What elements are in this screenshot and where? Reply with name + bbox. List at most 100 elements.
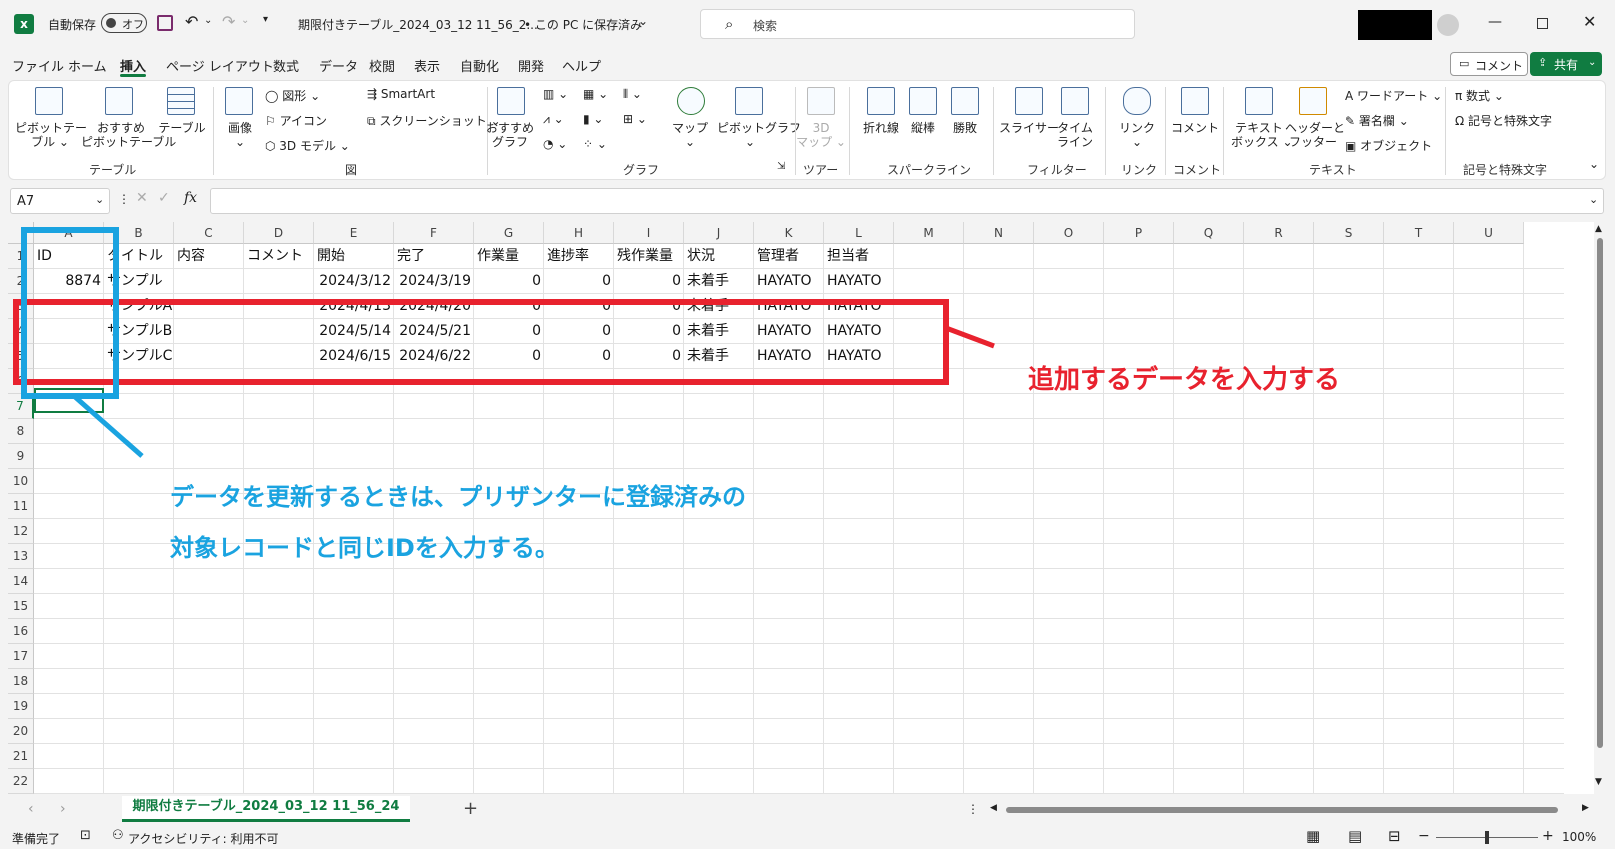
- row-header-7[interactable]: 7: [8, 394, 34, 419]
- table-cell[interactable]: 0: [614, 294, 684, 319]
- add-sheet-icon[interactable]: +: [463, 798, 478, 819]
- column-header-t[interactable]: T: [1384, 222, 1454, 244]
- table-header-cell[interactable]: 進捗率: [544, 244, 614, 269]
- table-cell[interactable]: [174, 269, 244, 294]
- table-cell[interactable]: 0: [544, 319, 614, 344]
- macro-record-icon[interactable]: ⊡: [80, 828, 91, 843]
- zoom-slider-thumb[interactable]: [1485, 831, 1489, 844]
- table-header-cell[interactable]: 担当者: [824, 244, 894, 269]
- table-header-cell[interactable]: 管理者: [754, 244, 824, 269]
- menu-formulas[interactable]: 数式: [273, 56, 299, 75]
- chevron-down-icon[interactable]: ⌄: [638, 14, 648, 28]
- table-cell[interactable]: [244, 319, 314, 344]
- dialog-launcher-icon[interactable]: ⇲: [777, 161, 785, 172]
- close-icon[interactable]: ✕: [1583, 12, 1596, 31]
- redo-dropdown-icon[interactable]: ⌄: [241, 15, 249, 26]
- line-chart-button[interactable]: ⩘ ⌄: [543, 112, 564, 127]
- row-header-3[interactable]: 3: [8, 294, 34, 319]
- table-cell[interactable]: HAYATO: [824, 319, 894, 344]
- table-cell[interactable]: 0: [474, 319, 544, 344]
- table-cell[interactable]: HAYATO: [754, 269, 824, 294]
- table-cell[interactable]: [244, 344, 314, 369]
- column-header-o[interactable]: O: [1034, 222, 1104, 244]
- table-cell[interactable]: HAYATO: [824, 344, 894, 369]
- table-cell[interactable]: 未着手: [684, 319, 754, 344]
- row-header-9[interactable]: 9: [8, 444, 34, 469]
- row-header-18[interactable]: 18: [8, 669, 34, 694]
- symbol-button[interactable]: Ω 記号と特殊文字: [1455, 112, 1552, 129]
- menu-home[interactable]: ホーム: [68, 56, 107, 75]
- table-cell[interactable]: [174, 344, 244, 369]
- accessibility-status[interactable]: アクセシビリティ: 利用不可: [128, 830, 279, 847]
- more-icon[interactable]: ⋮: [118, 192, 130, 206]
- table-cell[interactable]: 2024/5/21: [394, 319, 474, 344]
- object-button[interactable]: ▣ オブジェクト: [1345, 137, 1432, 154]
- table-cell[interactable]: 0: [474, 344, 544, 369]
- column-header-i[interactable]: I: [614, 222, 684, 244]
- scatter-chart-button[interactable]: ⁘ ⌄: [583, 137, 607, 151]
- column-header-p[interactable]: P: [1104, 222, 1174, 244]
- avatar[interactable]: [1437, 14, 1459, 36]
- table-cell[interactable]: サンプル: [104, 269, 174, 294]
- more-icon[interactable]: ⋮: [967, 802, 979, 816]
- column-header-j[interactable]: J: [684, 222, 754, 244]
- column-header-k[interactable]: K: [754, 222, 824, 244]
- undo-icon[interactable]: ↶: [185, 12, 198, 31]
- table-header-cell[interactable]: 残作業量: [614, 244, 684, 269]
- scroll-right-icon[interactable]: ▶: [1582, 803, 1589, 813]
- waterfall-chart-button[interactable]: ⫴ ⌄: [623, 87, 642, 102]
- column-header-r[interactable]: R: [1244, 222, 1314, 244]
- row-header-8[interactable]: 8: [8, 419, 34, 444]
- row-header-21[interactable]: 21: [8, 744, 34, 769]
- row-header-15[interactable]: 15: [8, 594, 34, 619]
- comment-button[interactable]: ▭ コメント: [1450, 52, 1528, 76]
- hierarchy-chart-button[interactable]: ▦ ⌄: [583, 87, 608, 101]
- table-cell[interactable]: 0: [474, 269, 544, 294]
- table-cell[interactable]: HAYATO: [754, 294, 824, 319]
- customize-qat-icon[interactable]: ▾: [263, 14, 268, 25]
- redo-icon[interactable]: ↷: [222, 12, 235, 31]
- column-chart-button[interactable]: ▥ ⌄: [543, 87, 568, 101]
- file-name[interactable]: 期限付きテーブル_2024_03_12 11_56_2...: [298, 16, 538, 33]
- table-cell[interactable]: サンプルC: [104, 344, 174, 369]
- statistic-chart-button[interactable]: ▮ ⌄: [583, 112, 603, 126]
- menu-automate[interactable]: 自動化: [460, 56, 499, 75]
- column-header-h[interactable]: H: [544, 222, 614, 244]
- column-header-f[interactable]: F: [394, 222, 474, 244]
- table-cell[interactable]: 2024/6/22: [394, 344, 474, 369]
- confirm-entry-icon[interactable]: ✓: [158, 190, 170, 206]
- table-cell[interactable]: 0: [474, 294, 544, 319]
- normal-view-icon[interactable]: ▦: [1306, 827, 1320, 845]
- menu-developer[interactable]: 開発: [518, 56, 544, 75]
- row-header-6[interactable]: 6: [8, 369, 34, 394]
- vertical-scrollbar[interactable]: ▲ ▼: [1594, 222, 1606, 794]
- column-header-a[interactable]: A: [34, 222, 104, 244]
- column-header-e[interactable]: E: [314, 222, 394, 244]
- prev-sheet-icon[interactable]: ‹: [28, 801, 34, 817]
- table-cell[interactable]: 2024/6/15: [314, 344, 394, 369]
- row-header-2[interactable]: 2: [8, 269, 34, 294]
- table-header-cell[interactable]: タイトル: [104, 244, 174, 269]
- equation-button[interactable]: π 数式 ⌄: [1455, 87, 1504, 104]
- table-cell[interactable]: HAYATO: [754, 344, 824, 369]
- table-cell[interactable]: [34, 344, 104, 369]
- row-header-17[interactable]: 17: [8, 644, 34, 669]
- autosave-toggle[interactable]: オフ: [101, 13, 147, 33]
- table-cell[interactable]: 0: [614, 344, 684, 369]
- zoom-out-icon[interactable]: −: [1418, 828, 1430, 844]
- table-header-cell[interactable]: 作業量: [474, 244, 544, 269]
- collapse-ribbon-icon[interactable]: ⌄: [1589, 157, 1599, 171]
- combo-chart-button[interactable]: ⊞ ⌄: [623, 112, 647, 126]
- menu-view[interactable]: 表示: [414, 56, 440, 75]
- table-cell[interactable]: [244, 269, 314, 294]
- table-header-cell[interactable]: 完了: [394, 244, 474, 269]
- row-header-11[interactable]: 11: [8, 494, 34, 519]
- column-header-l[interactable]: L: [824, 222, 894, 244]
- table-header-cell[interactable]: 内容: [174, 244, 244, 269]
- table-cell[interactable]: 0: [544, 344, 614, 369]
- row-header-5[interactable]: 5: [8, 344, 34, 369]
- scroll-down-icon[interactable]: ▼: [1595, 777, 1602, 787]
- table-cell[interactable]: [174, 319, 244, 344]
- menu-insert[interactable]: 挿入: [120, 56, 146, 75]
- row-header-13[interactable]: 13: [8, 544, 34, 569]
